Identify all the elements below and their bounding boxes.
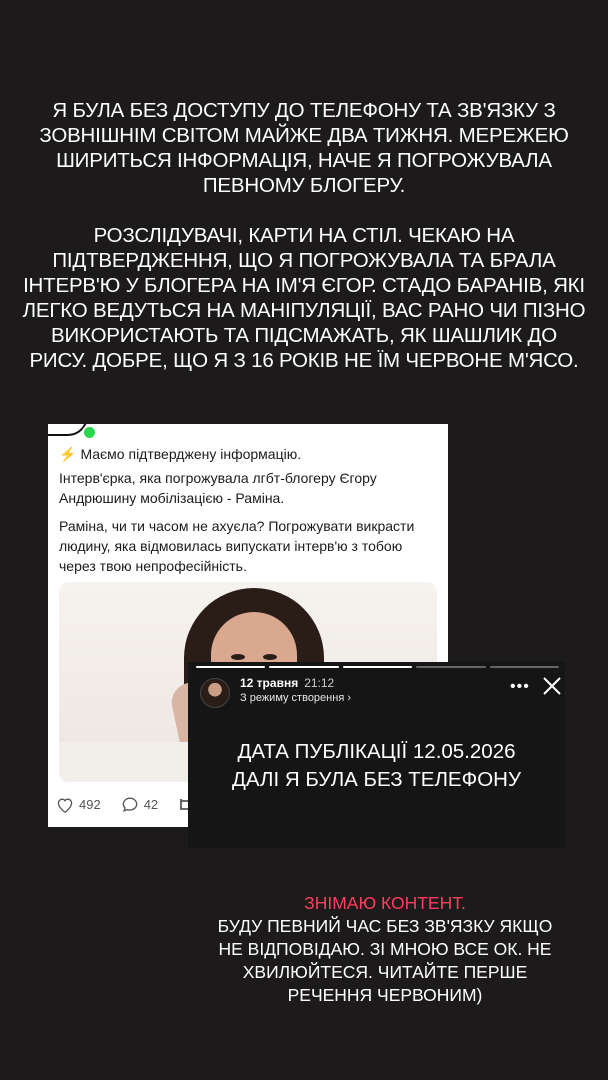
more-options-icon[interactable]: ••• bbox=[510, 678, 530, 696]
progress-segment bbox=[269, 666, 339, 668]
photo-eye-right bbox=[263, 654, 277, 660]
progress-segment bbox=[489, 666, 560, 668]
story-avatar[interactable] bbox=[200, 678, 230, 708]
close-icon[interactable] bbox=[542, 676, 562, 701]
comment-button[interactable]: 42 bbox=[121, 796, 158, 813]
post-text-line2: Інтерв'єрка, яка погрожувала лгбт-блогер… bbox=[59, 470, 377, 506]
like-button[interactable]: 492 bbox=[56, 797, 101, 813]
story-card: 12 травня 21:12 З режиму створення › ••• … bbox=[188, 662, 565, 848]
online-status-dot bbox=[82, 425, 97, 440]
story-time: 21:12 bbox=[304, 676, 335, 690]
post-text-line3: Раміна, чи ти часом не ахуєла? Погрожува… bbox=[59, 518, 415, 574]
story-text-line1: ДАТА ПУБЛІКАЦІЇ 12.05.2026 bbox=[237, 740, 516, 763]
story-caption-top: Я БУЛА БЕЗ ДОСТУПУ ДО ТЕЛЕФОНУ ТА ЗВ'ЯЗК… bbox=[20, 98, 588, 373]
like-count: 492 bbox=[79, 797, 101, 812]
caption-paragraph-2: РОЗСЛІДУВАЧІ, КАРТИ НА СТІЛ. ЧЕКАЮ НА ПІ… bbox=[22, 224, 586, 372]
story-mode-link[interactable]: З режиму створення › bbox=[240, 692, 351, 704]
heart-icon bbox=[57, 798, 73, 813]
caption-red-line: ЗНІМАЮ КОНТЕНТ. bbox=[304, 893, 466, 913]
story-text: ДАТА ПУБЛІКАЦІЇ 12.05.2026 ДАЛІ Я БУЛА Б… bbox=[188, 738, 565, 794]
caption-paragraph-1: Я БУЛА БЕЗ ДОСТУПУ ДО ТЕЛЕФОНУ ТА ЗВ'ЯЗК… bbox=[39, 99, 569, 197]
lightning-icon: ⚡ bbox=[59, 446, 77, 462]
progress-segment bbox=[416, 666, 486, 668]
comment-icon bbox=[122, 797, 138, 812]
post-text-line1: ⚡ Маємо підтверджену інформацію. bbox=[59, 446, 302, 462]
story-progress-bar bbox=[196, 666, 560, 668]
progress-segment bbox=[196, 666, 266, 668]
story-caption-bottom: ЗНІМАЮ КОНТЕНТ. БУДУ ПЕВНИЙ ЧАС БЕЗ ЗВ'Я… bbox=[210, 892, 560, 1007]
caption-rest: БУДУ ПЕВНИЙ ЧАС БЕЗ ЗВ'ЯЗКУ ЯКЩО НЕ ВІДП… bbox=[217, 916, 553, 1005]
photo-eye-left bbox=[231, 654, 245, 660]
comment-count: 42 bbox=[143, 797, 159, 812]
story-text-line2: ДАЛІ Я БУЛА БЕЗ ТЕЛЕФОНУ bbox=[232, 768, 521, 791]
progress-segment bbox=[342, 666, 413, 668]
story-date: 12 травня 21:12 bbox=[240, 676, 335, 690]
